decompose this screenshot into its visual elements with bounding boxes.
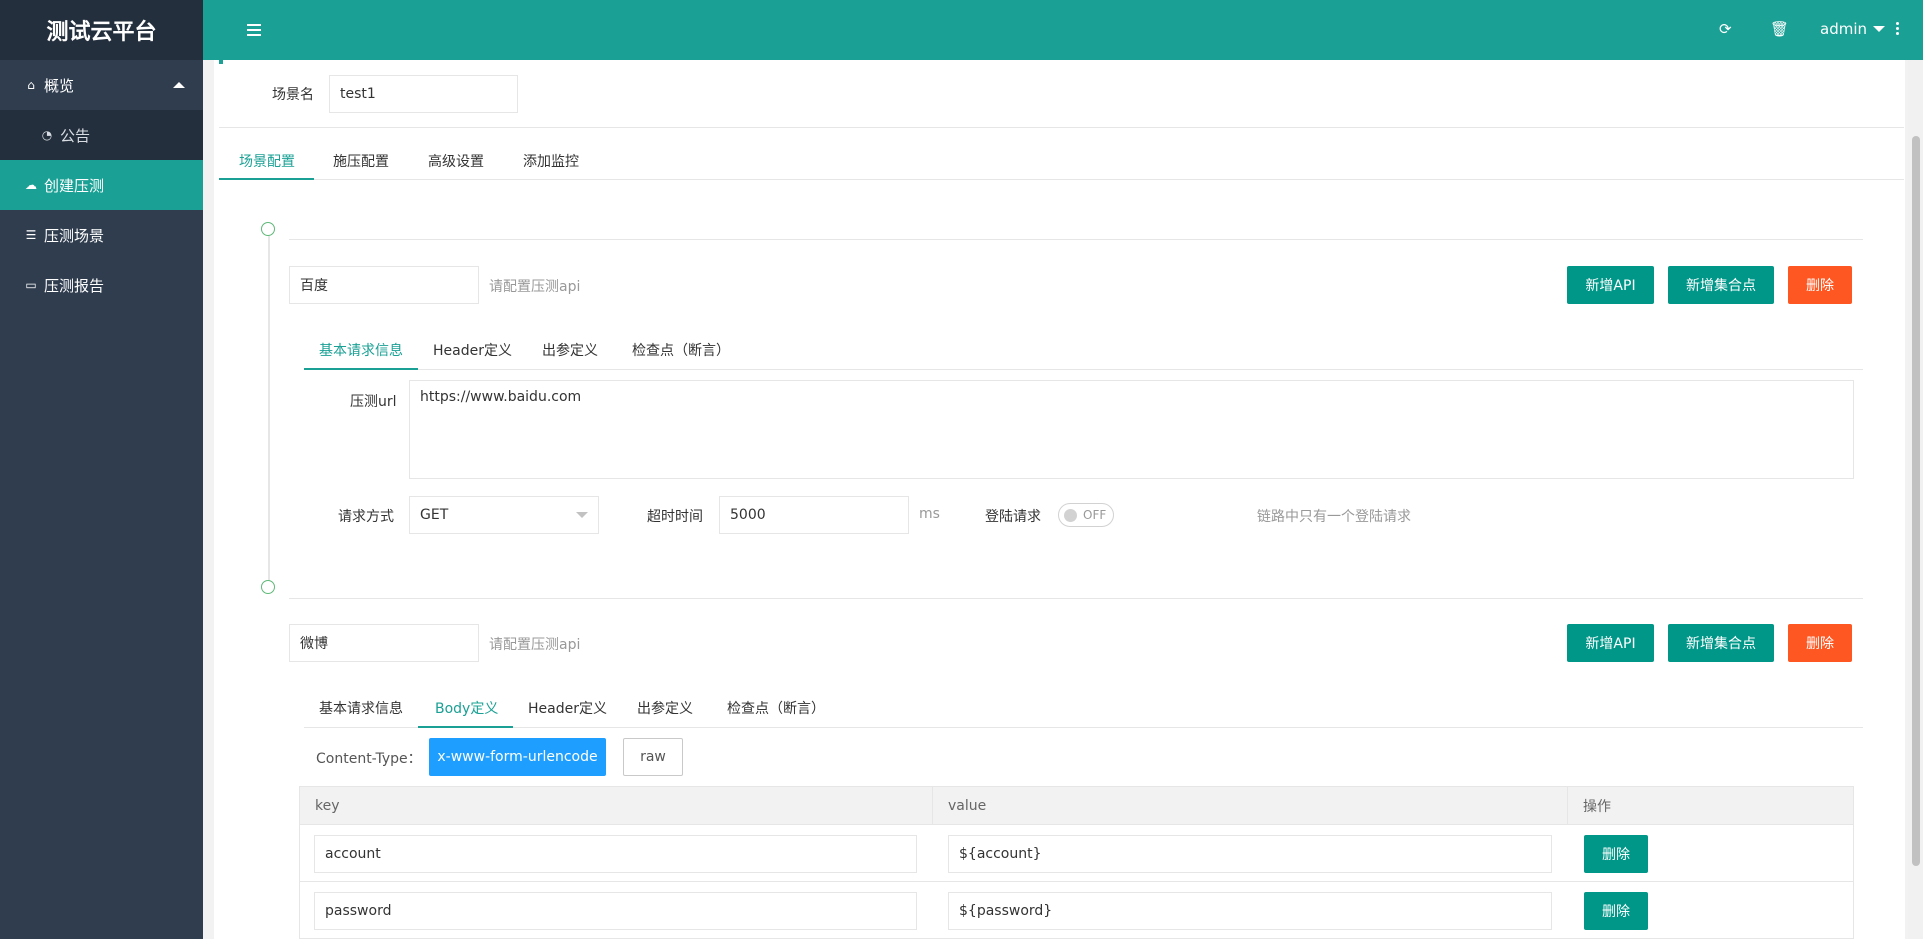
card-accent xyxy=(219,56,223,64)
method-label: 请求方式 xyxy=(338,509,394,525)
delete-row-button[interactable]: 删除 xyxy=(1584,892,1648,930)
sidebar-item-scenes[interactable]: ☰ 压测场景 xyxy=(0,210,203,260)
server-icon: ☰ xyxy=(25,228,37,242)
add-api-button[interactable]: 新增API xyxy=(1567,624,1654,662)
param-key-input[interactable]: account xyxy=(314,835,917,873)
sidebar-item-label: 创建压测 xyxy=(44,176,105,195)
tab-assertion[interactable]: 检查点（断言） xyxy=(632,340,730,360)
api-hint: 请配置压测api xyxy=(489,637,581,653)
add-rendezvous-button[interactable]: 新增集合点 xyxy=(1668,266,1774,304)
api-divider xyxy=(289,598,1863,599)
subtabs-divider xyxy=(304,369,1863,370)
delete-api-button[interactable]: 删除 xyxy=(1788,624,1852,662)
login-note: 链路中只有一个登陆请求 xyxy=(1257,509,1411,525)
timeline-node xyxy=(261,222,275,236)
delete-row-button[interactable]: 删除 xyxy=(1584,835,1648,873)
username: admin xyxy=(1820,20,1867,38)
trash-icon[interactable]: 🗑 xyxy=(1770,20,1789,38)
scrollbar[interactable] xyxy=(1908,60,1923,939)
cloud-icon: ☁ xyxy=(25,178,37,192)
tab-active-indicator xyxy=(304,368,418,370)
api-hint: 请配置压测api xyxy=(489,279,581,295)
timeout-label: 超时时间 xyxy=(647,509,703,525)
monitor-icon: ▭ xyxy=(25,278,37,292)
table-header-key: key xyxy=(299,786,933,825)
sidebar-item-label: 公告 xyxy=(60,126,91,145)
login-label: 登陆请求 xyxy=(985,509,1041,525)
tab-body-def[interactable]: Body定义 xyxy=(435,698,498,718)
timeout-unit: ms xyxy=(919,506,940,522)
sidebar-item-create-test[interactable]: ☁ 创建压测 xyxy=(0,160,203,210)
menu-toggle-icon[interactable] xyxy=(247,24,261,36)
url-textarea[interactable]: https://www.baidu.com xyxy=(409,380,1854,479)
chevron-down-icon xyxy=(576,512,588,518)
timeout-input[interactable]: 5000 xyxy=(719,496,909,534)
content-type-label: Content-Type： xyxy=(316,751,422,767)
more-icon[interactable] xyxy=(1896,22,1900,37)
url-label: 压测url xyxy=(350,394,397,410)
sidebar-item-label: 压测报告 xyxy=(44,276,105,295)
add-api-button[interactable]: 新增API xyxy=(1567,266,1654,304)
delete-api-button[interactable]: 删除 xyxy=(1788,266,1852,304)
add-rendezvous-button[interactable]: 新增集合点 xyxy=(1668,624,1774,662)
api-name-input[interactable]: 微博 xyxy=(289,624,479,662)
tab-output-def[interactable]: 出参定义 xyxy=(542,340,598,360)
content-type-urlencode-button[interactable]: x-www-form-urlencode xyxy=(429,738,606,776)
tab-scene-config[interactable]: 场景配置 xyxy=(239,151,295,171)
table-header-value: value xyxy=(932,786,1568,825)
tab-active-indicator xyxy=(219,178,314,180)
toggle-knob xyxy=(1064,509,1077,522)
tab-header-def[interactable]: Header定义 xyxy=(528,698,607,718)
scrollbar-thumb[interactable] xyxy=(1912,136,1920,866)
api-divider xyxy=(289,239,1863,240)
app-logo: 测试云平台 xyxy=(0,0,203,60)
login-toggle[interactable]: OFF xyxy=(1058,503,1114,527)
sidebar-item-overview[interactable]: ⌂ 概览 xyxy=(0,60,203,110)
tab-assertion[interactable]: 检查点（断言） xyxy=(727,698,825,718)
timeline-line xyxy=(268,236,270,584)
content-type-raw-button[interactable]: raw xyxy=(623,738,683,776)
tab-basic-request[interactable]: 基本请求信息 xyxy=(319,698,403,718)
tab-active-indicator xyxy=(418,726,513,728)
tab-header-def[interactable]: Header定义 xyxy=(433,340,512,360)
chevron-up-icon xyxy=(173,82,185,88)
chevron-down-icon xyxy=(1873,26,1885,32)
scene-name-label: 场景名 xyxy=(272,87,314,103)
param-key-input[interactable]: password xyxy=(314,892,917,930)
tab-add-monitor[interactable]: 添加监控 xyxy=(523,151,579,171)
api-name-input[interactable]: 百度 xyxy=(289,266,479,304)
sidebar-item-label: 概览 xyxy=(44,76,75,95)
timeline-node xyxy=(261,580,275,594)
scene-name-input[interactable]: test1 xyxy=(329,75,518,113)
sidebar-item-announcement[interactable]: ◔ 公告 xyxy=(0,110,203,160)
home-icon: ⌂ xyxy=(27,78,35,92)
toggle-text: OFF xyxy=(1083,508,1107,522)
refresh-icon[interactable]: ⟳ xyxy=(1719,20,1732,38)
param-value-input[interactable]: ${password} xyxy=(948,892,1552,930)
sidebar: 测试云平台 ⌂ 概览 ◔ 公告 ☁ 创建压测 ☰ 压测场景 ▭ 压测报告 xyxy=(0,0,203,939)
top-header: ⟳ 🗑 admin xyxy=(203,0,1923,60)
subtabs-divider xyxy=(304,727,1863,728)
tab-load-config[interactable]: 施压配置 xyxy=(333,151,389,171)
sidebar-item-label: 压测场景 xyxy=(44,226,105,245)
tab-basic-request[interactable]: 基本请求信息 xyxy=(319,340,403,360)
divider xyxy=(219,127,1904,128)
table-header-action: 操作 xyxy=(1567,786,1854,825)
dashboard-icon: ◔ xyxy=(41,128,53,142)
tabs-divider xyxy=(219,179,1904,180)
tab-output-def[interactable]: 出参定义 xyxy=(637,698,693,718)
method-select[interactable]: GET xyxy=(409,496,599,534)
sidebar-item-reports[interactable]: ▭ 压测报告 xyxy=(0,260,203,310)
tab-advanced[interactable]: 高级设置 xyxy=(428,151,484,171)
param-value-input[interactable]: ${account} xyxy=(948,835,1552,873)
user-menu[interactable]: admin xyxy=(1820,20,1885,38)
